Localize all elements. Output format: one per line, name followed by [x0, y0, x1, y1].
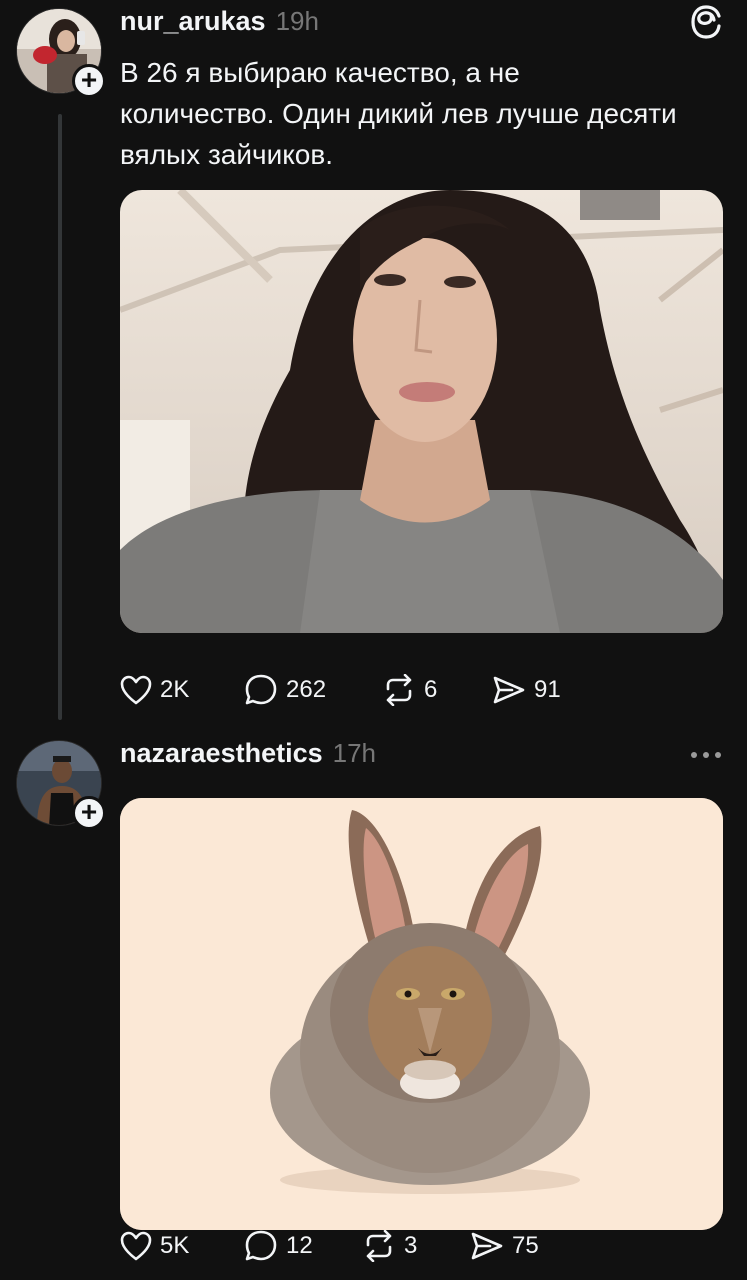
post-1: + nur_arukas 19h В 26 я выбираю качество… [0, 0, 747, 730]
reply-count: 262 [286, 676, 327, 703]
repost-icon [366, 1230, 392, 1262]
timestamp: 17h [332, 738, 376, 768]
reply-count: 12 [286, 1232, 313, 1259]
post-2-avatar[interactable]: + [16, 740, 106, 830]
repost-count: 3 [404, 1232, 418, 1259]
repost-icon [386, 674, 412, 706]
post-1-header: nur_arukas 19h [120, 6, 319, 37]
follow-plus-button[interactable]: + [72, 796, 106, 830]
repost-button[interactable]: 3 [362, 1230, 470, 1262]
share-icon [471, 1232, 503, 1260]
plus-icon: + [80, 64, 98, 95]
share-count: 75 [512, 1232, 539, 1259]
post-2: + nazaraesthetics 17h 5K 12 3 75 [0, 730, 747, 1280]
comment-icon [245, 674, 277, 705]
more-icon [691, 752, 697, 758]
username[interactable]: nazaraesthetics [120, 738, 323, 769]
username[interactable]: nur_arukas [120, 6, 266, 37]
share-button[interactable]: 91 [492, 675, 561, 705]
more-icon [715, 752, 721, 758]
heart-icon [120, 1231, 152, 1261]
post-1-photo[interactable] [120, 190, 723, 633]
more-icon [703, 752, 709, 758]
post-1-avatar[interactable]: + [16, 8, 106, 98]
comment-icon [245, 1230, 277, 1261]
post-2-header: nazaraesthetics 17h [120, 738, 376, 769]
repost-button[interactable]: 6 [382, 674, 492, 706]
follow-plus-button[interactable]: + [72, 64, 106, 98]
plus-icon: + [80, 796, 98, 827]
reply-button[interactable]: 12 [244, 1230, 362, 1262]
reply-button[interactable]: 262 [244, 674, 382, 706]
post-2-photo[interactable] [120, 798, 723, 1230]
more-options-button[interactable] [691, 750, 721, 760]
like-count: 2K [160, 676, 190, 703]
timestamp: 19h [275, 6, 319, 36]
post-1-actions: 2K 262 6 91 [120, 674, 561, 706]
post-2-actions: 5K 12 3 75 [120, 1230, 539, 1262]
thread-line [58, 114, 62, 720]
like-button[interactable]: 5K [120, 1231, 244, 1261]
post-caption: В 26 я выбираю качество, а не количество… [120, 57, 677, 170]
share-count: 91 [534, 676, 561, 703]
repost-count: 6 [424, 676, 438, 703]
share-button[interactable]: 75 [470, 1231, 539, 1261]
like-button[interactable]: 2K [120, 675, 244, 705]
like-count: 5K [160, 1232, 190, 1259]
heart-icon [120, 675, 152, 705]
share-icon [493, 676, 525, 704]
